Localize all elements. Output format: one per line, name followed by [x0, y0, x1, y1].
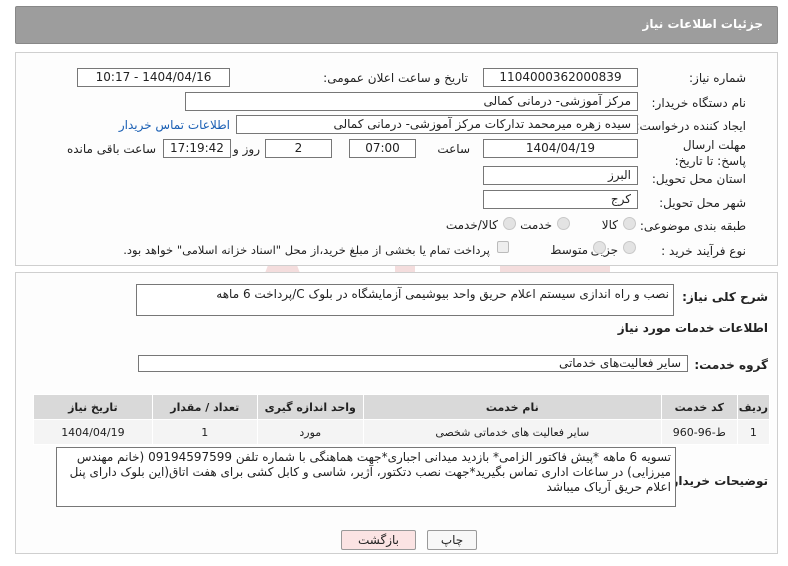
- cell-row-number: 1: [736, 419, 771, 445]
- col-unit: واحد اندازه گیری: [256, 394, 364, 420]
- print-button[interactable]: چاپ: [427, 530, 477, 550]
- description-textarea[interactable]: نصب و راه اندازی سیستم اعلام حریق واحد ب…: [136, 284, 674, 316]
- buyer-contact-link[interactable]: اطلاعات تماس خریدار: [119, 118, 230, 132]
- cell-unit: مورد: [256, 419, 364, 445]
- description-text: نصب و راه اندازی سیستم اعلام حریق واحد ب…: [216, 287, 669, 301]
- city-label: شهر محل تحویل:: [659, 196, 746, 210]
- remaining-days-label: روز و: [233, 142, 260, 156]
- treasury-payment-checkbox[interactable]: [497, 241, 509, 253]
- service-group-field[interactable]: سایر فعالیت‌های خدماتی: [138, 355, 688, 372]
- deadline-label: مهلت ارسال پاسخ: تا تاریخ:: [674, 138, 746, 168]
- creator-label: ایجاد کننده درخواست:: [635, 119, 746, 133]
- category-radio-goods[interactable]: [623, 217, 636, 230]
- col-need-date: تاریخ نیاز: [33, 394, 153, 420]
- category-option-service: خدمت: [520, 218, 552, 232]
- announce-datetime-label: تاریخ و ساعت اعلان عمومی:: [323, 71, 468, 85]
- col-service-code: کد خدمت: [660, 394, 738, 420]
- page-title: جزئیات اطلاعات نیاز: [642, 17, 763, 31]
- creator-field[interactable]: سیده زهره میرمحمد تدارکات مرکز آموزشی- د…: [236, 115, 638, 134]
- deadline-date-field[interactable]: 1404/04/19: [483, 139, 638, 158]
- service-group-label: گروه خدمت:: [694, 358, 768, 372]
- category-option-goods-service: کالا/خدمت: [445, 218, 498, 232]
- treasury-payment-note: پرداخت تمام یا بخشی از مبلغ خرید،از محل …: [123, 243, 490, 257]
- remaining-time-field[interactable]: 17:19:42: [163, 139, 231, 158]
- purchase-radio-medium[interactable]: [593, 241, 606, 254]
- services-table: ردیف کد خدمت نام خدمت واحد اندازه گیری ت…: [33, 394, 771, 445]
- buyer-notes-text: تسویه 6 ماهه *پیش فاکتور الزامی* بازدید …: [69, 450, 671, 494]
- services-section-title: اطلاعات خدمات مورد نیاز: [617, 321, 768, 335]
- deadline-time-label: ساعت: [437, 142, 470, 156]
- category-option-goods: کالا: [601, 218, 618, 232]
- col-service-name: نام خدمت: [362, 394, 662, 420]
- col-quantity: تعداد / مقدار: [151, 394, 258, 420]
- announce-datetime-field[interactable]: 1404/04/16 - 10:17: [77, 68, 230, 87]
- remaining-days-field[interactable]: 2: [265, 139, 332, 158]
- back-button[interactable]: بازگشت: [341, 530, 416, 550]
- purchase-option-medium: متوسط: [550, 243, 588, 257]
- buyer-org-label: نام دستگاه خریدار:: [651, 96, 747, 110]
- need-number-label: شماره نیاز:: [689, 71, 746, 85]
- buyer-org-field[interactable]: مرکز آموزشی- درمانی کمالی: [185, 92, 638, 111]
- description-label: شرح کلی نیاز:: [682, 290, 768, 304]
- province-label: استان محل تحویل:: [651, 172, 746, 186]
- category-radio-goods-service[interactable]: [503, 217, 516, 230]
- category-radio-service[interactable]: [557, 217, 570, 230]
- cell-service-code: ط-96-960: [660, 419, 738, 445]
- purchase-radio-minor[interactable]: [623, 241, 636, 254]
- city-field[interactable]: کرج: [483, 190, 638, 209]
- remaining-time-label: ساعت باقی مانده: [66, 142, 156, 156]
- need-number-field[interactable]: 1104000362000839: [483, 68, 638, 87]
- province-field[interactable]: البرز: [483, 166, 638, 185]
- buyer-notes-textarea[interactable]: تسویه 6 ماهه *پیش فاکتور الزامی* بازدید …: [56, 447, 676, 507]
- cell-need-date: 1404/04/19: [33, 419, 153, 445]
- col-row-number: ردیف: [736, 394, 771, 420]
- page-header: جزئیات اطلاعات نیاز: [15, 6, 778, 44]
- category-label: طبقه بندی موضوعی:: [639, 219, 746, 233]
- cell-service-name: سایر فعالیت های خدماتی شخصی: [362, 419, 662, 445]
- buyer-notes-label: توضیحات خریدار:: [666, 474, 768, 488]
- cell-quantity: 1: [151, 419, 258, 445]
- table-row[interactable]: 1 ط-96-960 سایر فعالیت های خدماتی شخصی م…: [33, 419, 771, 445]
- deadline-time-field[interactable]: 07:00: [349, 139, 416, 158]
- purchase-type-label: نوع فرآیند خرید :: [661, 244, 746, 258]
